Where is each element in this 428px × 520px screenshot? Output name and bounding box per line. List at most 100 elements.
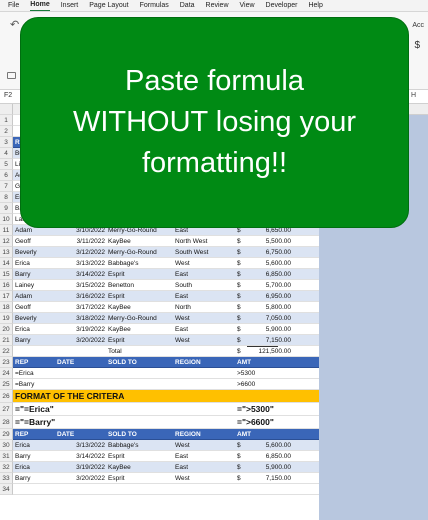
cell-date[interactable]: 3/19/2022 <box>57 462 105 472</box>
row-header[interactable]: 32 <box>0 462 13 473</box>
cell-sold-to[interactable]: KayBee <box>108 302 178 312</box>
cell-rep[interactable]: Lainey <box>15 280 55 290</box>
accounting-format-label[interactable]: Acc <box>412 22 424 29</box>
cell-rep[interactable]: Adam <box>15 291 55 301</box>
cell-rep[interactable]: Barry <box>15 473 55 483</box>
menu-review[interactable]: Review <box>206 0 229 12</box>
cell-amount[interactable]: 6,850.00 <box>247 451 291 461</box>
cell-sold-to[interactable]: Esprit <box>108 291 178 301</box>
cell-currency[interactable]: $ <box>237 324 247 334</box>
row-header[interactable]: 24 <box>0 368 13 379</box>
cell-amount[interactable]: 5,800.00 <box>247 302 291 312</box>
cell-region[interactable]: East <box>175 324 237 334</box>
row-header[interactable]: 7 <box>0 181 13 192</box>
row-header[interactable]: 26 <box>0 390 13 403</box>
cell-currency[interactable]: $ <box>237 473 247 483</box>
cell-sold-to[interactable]: Esprit <box>108 451 178 461</box>
cell-region[interactable]: West <box>175 313 237 323</box>
cell-currency[interactable]: $ <box>237 258 247 268</box>
row-header[interactable]: 29 <box>0 429 13 440</box>
cell-date[interactable]: 3/19/2022 <box>57 324 105 334</box>
header-region[interactable]: REGION <box>175 429 237 439</box>
row-header[interactable]: 23 <box>0 357 13 368</box>
cell-criteria-amt[interactable]: >5300 <box>237 368 297 378</box>
cell-amount[interactable]: 5,900.00 <box>247 324 291 334</box>
row-header[interactable]: 1 <box>0 115 13 126</box>
cell-sold-to[interactable]: KayBee <box>108 324 178 334</box>
cell-amount[interactable]: 7,150.00 <box>247 473 291 483</box>
cell-date[interactable]: 3/20/2022 <box>57 473 105 483</box>
cell-sold-to[interactable]: Babbage's <box>108 258 178 268</box>
cell-amount[interactable]: 7,050.00 <box>247 313 291 323</box>
row-header[interactable]: 18 <box>0 302 13 313</box>
cell-currency[interactable]: $ <box>237 346 247 356</box>
row-header[interactable]: 13 <box>0 247 13 258</box>
cell-currency[interactable]: $ <box>237 280 247 290</box>
cell-format-amt[interactable]: =">6600" <box>237 416 317 428</box>
cell-date[interactable]: 3/13/2022 <box>57 440 105 450</box>
cell-format-rep[interactable]: ="=Barry" <box>15 416 135 428</box>
cell-currency[interactable]: $ <box>237 291 247 301</box>
cell-rep[interactable]: Erica <box>15 258 55 268</box>
cell-amount[interactable]: 6,750.00 <box>247 247 291 257</box>
row-header[interactable]: 5 <box>0 159 13 170</box>
row-header[interactable]: 28 <box>0 416 13 429</box>
row-header[interactable]: 15 <box>0 269 13 280</box>
cell-currency[interactable]: $ <box>237 236 247 246</box>
cell-region[interactable]: East <box>175 451 237 461</box>
row-header[interactable]: 25 <box>0 379 13 390</box>
cell-rep[interactable]: Erica <box>15 462 55 472</box>
cell-criteria-amt[interactable]: >6600 <box>237 379 297 389</box>
row-header[interactable]: 19 <box>0 313 13 324</box>
cell-region[interactable]: West <box>175 258 237 268</box>
cell-region[interactable]: South <box>175 280 237 290</box>
header-region[interactable]: REGION <box>175 357 237 367</box>
cell-date[interactable]: 3/20/2022 <box>57 335 105 345</box>
row-header[interactable]: 6 <box>0 170 13 181</box>
row-header[interactable]: 10 <box>0 214 13 225</box>
cell-date[interactable]: 3/16/2022 <box>57 291 105 301</box>
cell-rep[interactable]: Beverly <box>15 313 55 323</box>
row-header[interactable]: 31 <box>0 451 13 462</box>
row-header[interactable]: 34 <box>0 484 13 495</box>
cell-currency[interactable]: $ <box>237 335 247 345</box>
menu-developer[interactable]: Developer <box>266 0 298 12</box>
select-all-corner[interactable] <box>0 104 13 115</box>
cell-date[interactable]: 3/18/2022 <box>57 313 105 323</box>
row-header[interactable]: 17 <box>0 291 13 302</box>
cell-currency[interactable]: $ <box>237 313 247 323</box>
menu-page-layout[interactable]: Page Layout <box>89 0 128 12</box>
cell-total-label[interactable]: Total <box>108 346 178 356</box>
cell-region[interactable]: West <box>175 335 237 345</box>
cell-sold-to[interactable]: Esprit <box>108 269 178 279</box>
cell-region[interactable]: West <box>175 473 237 483</box>
row-header[interactable]: 27 <box>0 403 13 416</box>
cell-region[interactable]: East <box>175 462 237 472</box>
cell-total-amount[interactable]: 121,500.00 <box>247 346 291 356</box>
menu-view[interactable]: View <box>240 0 255 12</box>
cell-rep[interactable]: Beverly <box>15 247 55 257</box>
cell-rep[interactable]: Barry <box>15 335 55 345</box>
cell-amount[interactable]: 5,600.00 <box>247 440 291 450</box>
cell-amount[interactable]: 5,500.00 <box>247 236 291 246</box>
cell-sold-to[interactable]: Babbage's <box>108 440 178 450</box>
header-rep[interactable]: REP <box>15 357 55 367</box>
cell-currency[interactable]: $ <box>237 440 247 450</box>
cell-sold-to[interactable]: Merry-Go-Round <box>108 313 178 323</box>
cell-region[interactable]: North West <box>175 236 237 246</box>
cell-sold-to[interactable]: KayBee <box>108 236 178 246</box>
cell-currency[interactable]: $ <box>237 247 247 257</box>
row-header[interactable]: 2 <box>0 126 13 137</box>
row-header[interactable]: 20 <box>0 324 13 335</box>
cell-currency[interactable]: $ <box>237 302 247 312</box>
cell-date[interactable]: 3/14/2022 <box>57 269 105 279</box>
header-sold-to[interactable]: SOLD TO <box>108 429 178 439</box>
row-header[interactable]: 21 <box>0 335 13 346</box>
cell-date[interactable]: 3/17/2022 <box>57 302 105 312</box>
cell-amount[interactable]: 5,600.00 <box>247 258 291 268</box>
cell-format-amt[interactable]: =">5300" <box>237 403 317 415</box>
menu-home[interactable]: Home <box>30 0 50 11</box>
cell-rep[interactable]: Barry <box>15 451 55 461</box>
row-header[interactable]: 33 <box>0 473 13 484</box>
cell-currency[interactable]: $ <box>237 269 247 279</box>
